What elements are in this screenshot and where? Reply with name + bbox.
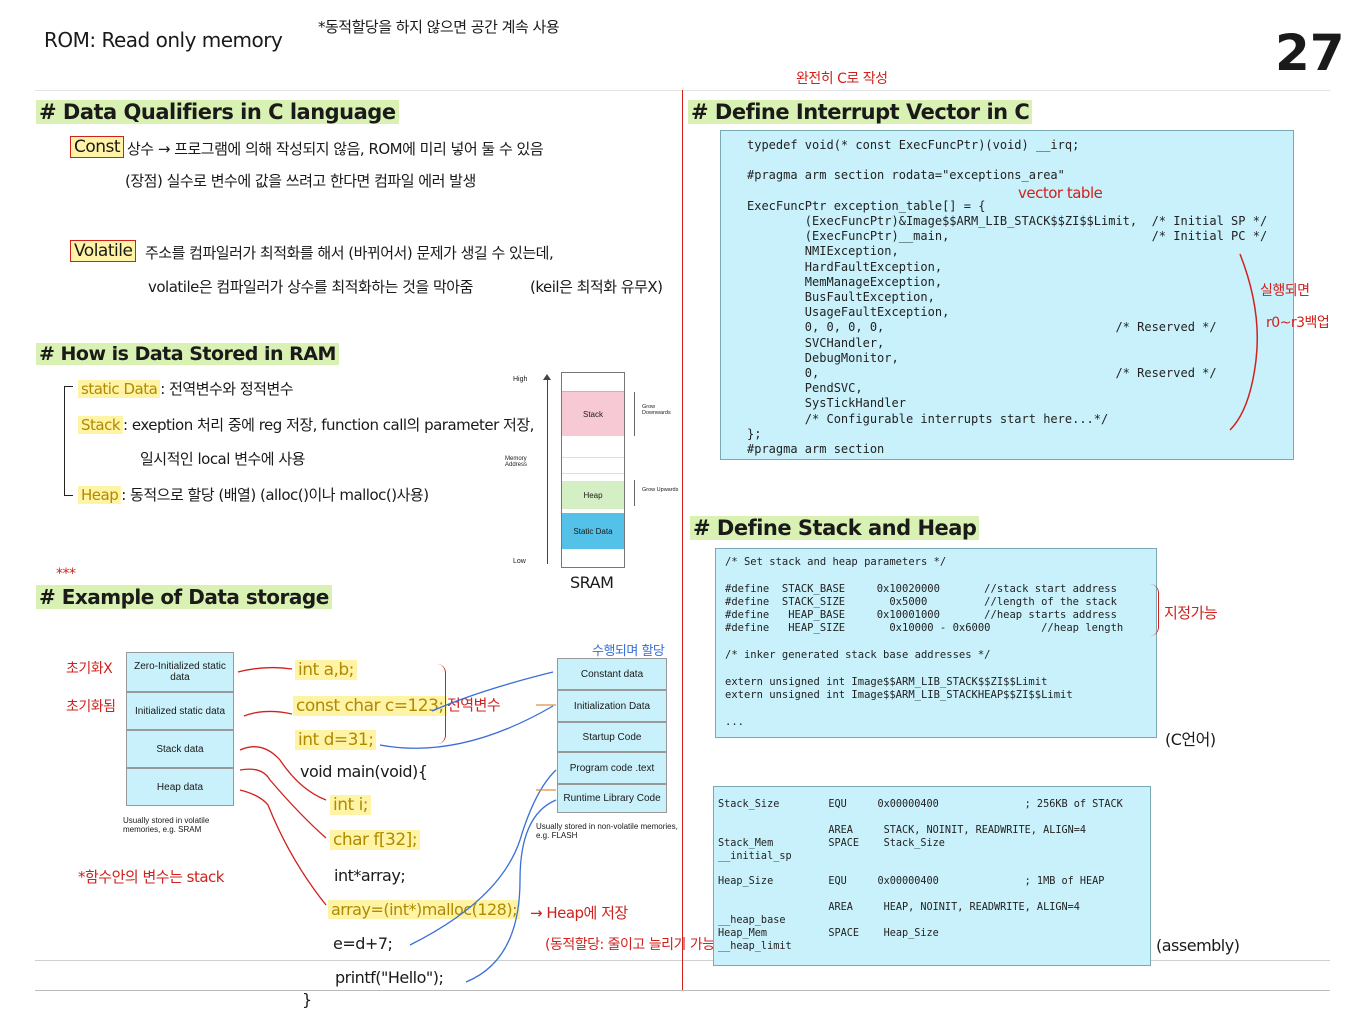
- stackheap-title: # Define Stack and Heap: [690, 516, 980, 540]
- interrupt-annotation: 완전히 C로 작성: [796, 71, 888, 87]
- assign-note: 지정가능: [1164, 604, 1218, 622]
- vector-note: vector table: [1018, 184, 1103, 202]
- interrupt-side-note1: 실행되면: [1260, 283, 1310, 299]
- c-code-box: /* Set stack and heap parameters */ #def…: [715, 548, 1157, 738]
- interrupt-title: # Define Interrupt Vector in C: [688, 100, 1033, 124]
- interrupt-bracket: [1229, 253, 1259, 431]
- asm-note: (assembly): [1156, 936, 1240, 955]
- interrupt-code-box: typedef void(* const ExecFuncPtr)(void) …: [720, 130, 1294, 460]
- asm-code: Stack_Size EQU 0x00000400 ; 256KB of STA…: [718, 799, 1123, 952]
- interrupt-side-note2: r0~r3백업: [1266, 315, 1330, 331]
- assign-bracket: [1150, 584, 1159, 636]
- c-code: /* Set stack and heap parameters */ #def…: [725, 556, 1124, 728]
- c-note: (C언어): [1165, 730, 1216, 749]
- asm-code-box: Stack_Size EQU 0x00000400 ; 256KB of STA…: [713, 786, 1151, 966]
